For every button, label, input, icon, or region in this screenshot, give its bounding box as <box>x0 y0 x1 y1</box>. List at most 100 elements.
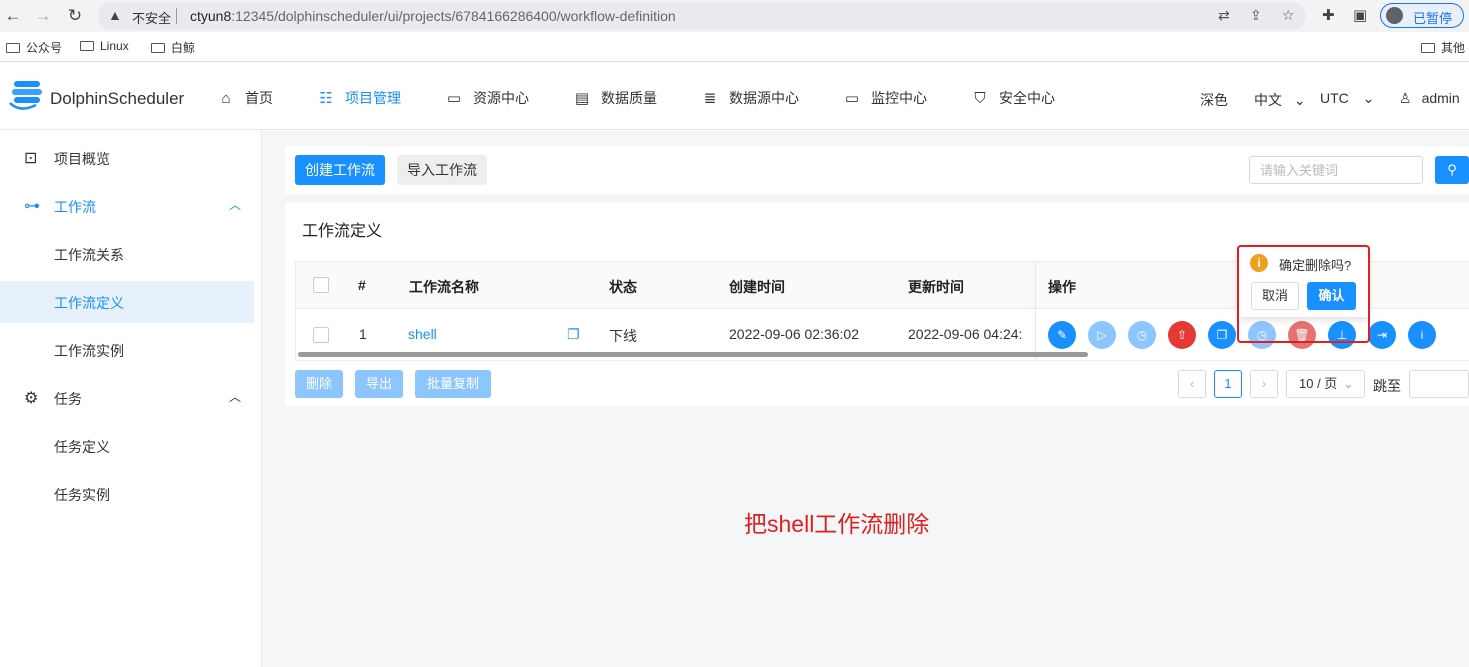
workflow-icon: ⊶ <box>24 198 40 215</box>
url-text: ctyun8:12345/dolphinscheduler/ui/project… <box>190 8 676 24</box>
reload-icon[interactable]: ↻ <box>64 5 86 27</box>
search-input[interactable] <box>1249 156 1423 184</box>
next-page-button[interactable]: › <box>1250 370 1278 398</box>
sidebar-item-workflow-definition[interactable]: 工作流定义 <box>0 281 254 323</box>
chevron-down-icon: ⌄ <box>1342 376 1354 391</box>
sidebar-item-workflow-relation[interactable]: 工作流关系 <box>0 233 254 275</box>
database-icon: ≣ <box>703 90 717 107</box>
nav-project-management[interactable]: ☷ 项目管理 <box>317 88 401 108</box>
back-icon[interactable]: ← <box>2 5 24 27</box>
page-size-select[interactable]: 10 / 页 ⌄ <box>1286 370 1365 398</box>
copy-name-icon[interactable]: ❐ <box>567 326 580 343</box>
sidebar-item-task-definition[interactable]: 任务定义 <box>0 425 254 467</box>
forward-icon[interactable]: → <box>32 5 54 27</box>
prev-page-button[interactable]: ‹ <box>1178 370 1206 398</box>
dolphinscheduler-logo-icon <box>9 81 42 110</box>
address-bar[interactable]: ▲ 不安全 ctyun8:12345/dolphinscheduler/ui/p… <box>98 2 1306 30</box>
info-icon: i <box>1420 328 1424 342</box>
bulk-export-button[interactable]: 导出 <box>355 370 403 398</box>
bookmark-folder[interactable]: 公众号 <box>6 39 62 56</box>
search-icon: ⚲ <box>1447 162 1457 177</box>
browser-toolbar: ← → ↻ ▲ 不安全 ctyun8:12345/dolphinschedule… <box>0 0 1469 32</box>
document-icon: ▤ <box>574 90 590 107</box>
export-icon: ⇥ <box>1376 328 1388 342</box>
folder-icon <box>80 41 94 51</box>
app-name: DolphinScheduler <box>50 89 185 108</box>
star-icon[interactable]: ☆ <box>1282 7 1295 24</box>
import-workflow-button[interactable]: 导入工作流 <box>397 155 487 185</box>
highlight-box <box>1237 245 1370 343</box>
nav-data-quality[interactable]: ▤ 数据质量 <box>573 88 657 108</box>
bookmarks-bar: 公众号 Linux 白鲸 其他 <box>0 32 1469 62</box>
address-separator <box>176 8 177 24</box>
home-icon: ⌂ <box>221 90 231 107</box>
nav-monitor-center[interactable]: ▭ 监控中心 <box>843 88 927 108</box>
translate-icon[interactable]: ⇄ <box>1218 7 1230 24</box>
edit-button[interactable]: ✎ <box>1048 321 1076 349</box>
nav-resource-center[interactable]: ▭ 资源中心 <box>445 88 529 108</box>
play-icon: ▷ <box>1097 328 1107 342</box>
language-dropdown[interactable]: 中文 ⌄ <box>1254 90 1306 110</box>
timing-button[interactable]: ◷ <box>1128 321 1156 349</box>
row-checkbox[interactable] <box>313 327 329 343</box>
sidebar-item-workflow-instance[interactable]: 工作流实例 <box>0 329 254 371</box>
edit-icon: ✎ <box>1056 328 1068 342</box>
gear-icon: ⚙ <box>24 390 39 407</box>
sidebar-item-task-instance[interactable]: 任务实例 <box>0 473 254 515</box>
column-header-operations: 操作 <box>1048 279 1076 295</box>
bookmark-folder[interactable]: 白鲸 <box>151 39 195 56</box>
folder-icon: ▭ <box>446 90 462 107</box>
column-header-status: 状态 <box>609 279 637 295</box>
column-header-updated: 更新时间 <box>908 279 964 295</box>
workflow-name-link[interactable]: shell <box>408 326 437 342</box>
nav-home[interactable]: ⌂ 首页 <box>217 88 273 108</box>
avatar <box>1386 7 1403 24</box>
online-button[interactable]: ⇧ <box>1168 321 1196 349</box>
timezone-dropdown[interactable]: UTC ⌄ <box>1320 90 1374 107</box>
fixed-column-divider <box>1035 262 1036 360</box>
bulk-copy-button[interactable]: 批量复制 <box>415 370 491 398</box>
shield-icon: ⛉ <box>974 90 986 107</box>
nav-datasource-center[interactable]: ≣ 数据源中心 <box>701 88 799 108</box>
page-number[interactable]: 1 <box>1214 370 1242 398</box>
export-button[interactable]: ⇥ <box>1368 321 1396 349</box>
upload-icon: ⇧ <box>1176 328 1188 342</box>
bulk-delete-button[interactable]: 删除 <box>295 370 343 398</box>
row-created-time: 2022-09-06 02:36:02 <box>729 326 859 342</box>
sidepanel-icon[interactable]: ▣ <box>1353 6 1367 24</box>
select-all-checkbox[interactable] <box>313 277 329 293</box>
jump-page-input[interactable] <box>1409 370 1469 398</box>
chevron-down-icon: ⌄ <box>1362 90 1375 106</box>
profile-paused-button[interactable]: 已暂停 <box>1380 3 1464 28</box>
copy-workflow-button[interactable]: ❐ <box>1208 321 1236 349</box>
other-bookmarks[interactable]: 其他 <box>1421 39 1465 56</box>
page-title: 工作流定义 <box>302 223 383 240</box>
folder-icon <box>151 43 165 53</box>
sidebar-item-project-overview[interactable]: ⊡ 项目概览 <box>0 137 254 179</box>
chevron-right-icon: › <box>1261 376 1267 391</box>
jump-label: 跳至 <box>1373 378 1401 394</box>
user-menu[interactable]: ♙ admin <box>1399 90 1460 107</box>
annotation-text: 把shell工作流删除 <box>744 511 930 537</box>
copy-icon: ❐ <box>1216 328 1228 342</box>
bookmark-folder[interactable]: Linux <box>80 39 129 53</box>
project-icon: ☷ <box>319 90 333 107</box>
search-button[interactable]: ⚲ <box>1435 156 1469 184</box>
column-header-created: 创建时间 <box>729 279 785 295</box>
folder-icon <box>6 43 20 53</box>
sidebar-item-task[interactable]: ⚙ 任务 ︿ <box>0 377 254 419</box>
sidebar-item-workflow[interactable]: ⊶ 工作流 ︿ <box>0 185 254 227</box>
version-info-button[interactable]: i <box>1408 321 1436 349</box>
row-index: 1 <box>359 326 367 342</box>
nav-security-center[interactable]: ⛉ 安全中心 <box>971 88 1055 108</box>
start-button[interactable]: ▷ <box>1088 321 1116 349</box>
chevron-up-icon: ︿ <box>229 198 242 212</box>
create-workflow-button[interactable]: 创建工作流 <box>295 155 385 185</box>
theme-toggle[interactable]: 深色 <box>1200 90 1228 110</box>
extensions-icon[interactable]: ✚ <box>1322 6 1335 24</box>
insecure-label: 不安全 <box>132 11 172 26</box>
table-horizontal-scrollbar[interactable] <box>298 352 1088 357</box>
sidebar: ⊡ 项目概览 ⊶ 工作流 ︿ 工作流关系 工作流定义 工作流实例 ⚙ 任务 ︿ … <box>0 131 262 667</box>
clock-icon: ◷ <box>1136 328 1148 342</box>
share-icon[interactable]: ⇪ <box>1250 7 1262 24</box>
